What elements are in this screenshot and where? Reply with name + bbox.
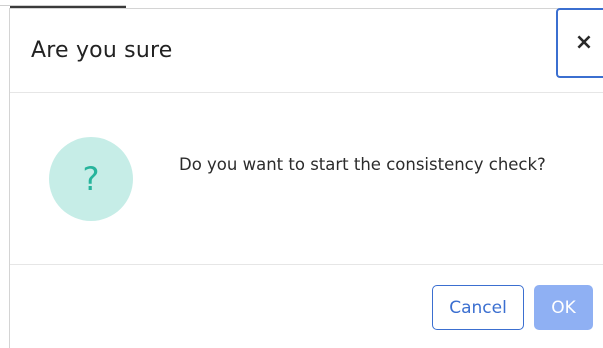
dialog-header: Are you sure × xyxy=(10,8,603,93)
question-mark-glyph: ? xyxy=(82,160,100,198)
dialog-message: Do you want to start the consistency che… xyxy=(179,155,546,174)
screen: Are you sure × ? Do you want to start th… xyxy=(0,0,603,348)
ok-button[interactable]: OK xyxy=(534,285,593,330)
dialog-body: ? Do you want to start the consistency c… xyxy=(10,93,603,265)
cancel-button[interactable]: Cancel xyxy=(432,285,524,330)
close-icon: × xyxy=(574,30,594,55)
question-icon: ? xyxy=(49,137,133,221)
close-button[interactable]: × xyxy=(556,8,603,78)
confirm-dialog: Are you sure × ? Do you want to start th… xyxy=(9,8,603,348)
dialog-title: Are you sure xyxy=(31,38,173,63)
dialog-footer: Cancel OK xyxy=(10,265,603,348)
